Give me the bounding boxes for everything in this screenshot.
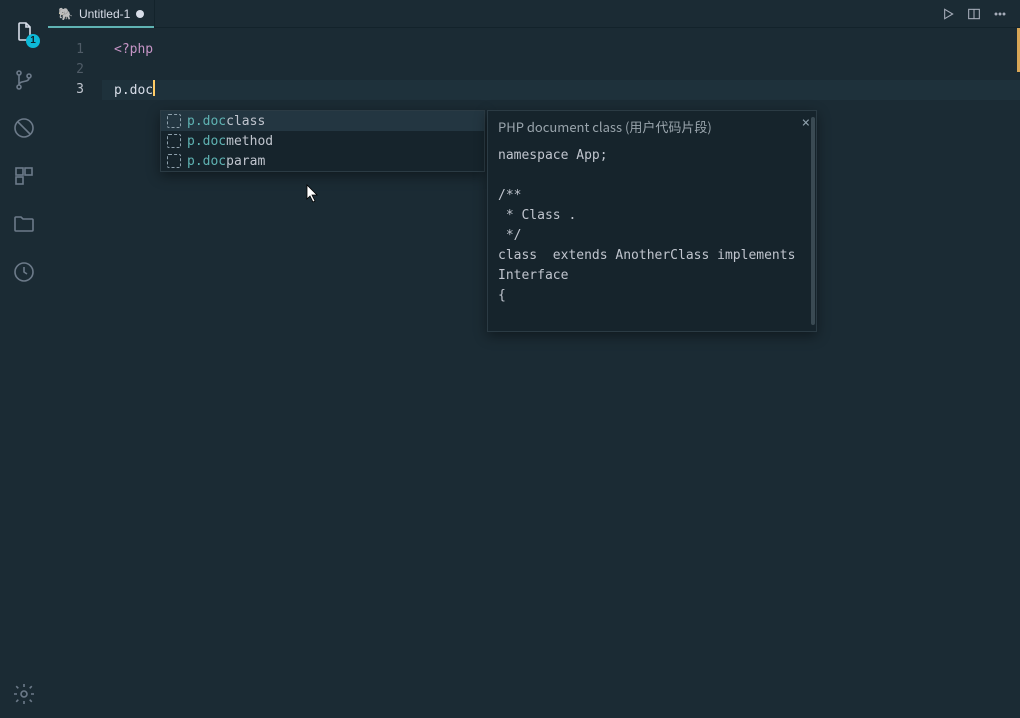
more-actions-button[interactable] bbox=[992, 6, 1008, 22]
dirty-indicator-icon bbox=[136, 10, 144, 18]
suggest-docs-body: namespace App; /** * Class . */ class ex… bbox=[498, 146, 806, 306]
activity-folder[interactable] bbox=[0, 200, 48, 248]
activity-timeline[interactable] bbox=[0, 248, 48, 296]
activity-explorer[interactable]: 1 bbox=[0, 8, 48, 56]
activity-debug[interactable] bbox=[0, 104, 48, 152]
line-number: 3 bbox=[48, 80, 102, 100]
bug-slash-icon bbox=[12, 116, 36, 140]
code-token-php-open: <?php bbox=[114, 42, 153, 57]
text-cursor bbox=[153, 80, 155, 96]
close-docs-button[interactable]: × bbox=[802, 115, 810, 131]
activity-settings[interactable] bbox=[0, 670, 48, 718]
suggest-docs-panel: × PHP document class (用户代码片段) namespace … bbox=[487, 110, 817, 332]
tabs-bar: 🐘 Untitled-1 bbox=[48, 0, 1020, 28]
tab-untitled-1[interactable]: 🐘 Untitled-1 bbox=[48, 0, 155, 27]
activity-extensions[interactable] bbox=[0, 152, 48, 200]
split-panel-icon bbox=[966, 6, 982, 22]
extensions-icon bbox=[12, 164, 36, 188]
run-button[interactable] bbox=[940, 6, 956, 22]
suggest-docs-title: PHP document class (用户代码片段) bbox=[498, 117, 806, 136]
editor-header-actions bbox=[940, 0, 1020, 27]
activity-bar: 1 bbox=[0, 0, 48, 718]
snippet-icon bbox=[167, 114, 181, 128]
docs-scrollbar[interactable] bbox=[811, 117, 815, 325]
gear-icon bbox=[12, 682, 36, 706]
play-icon bbox=[940, 6, 956, 22]
split-editor-button[interactable] bbox=[966, 6, 982, 22]
tab-label: Untitled-1 bbox=[79, 7, 130, 21]
explorer-badge: 1 bbox=[26, 34, 40, 48]
line-number-gutter: 1 2 3 bbox=[48, 28, 102, 718]
folder-icon bbox=[12, 212, 36, 236]
clock-circle-icon bbox=[12, 260, 36, 284]
suggest-label: p.docparam bbox=[187, 154, 265, 169]
ellipsis-icon bbox=[992, 6, 1008, 22]
activity-scm[interactable] bbox=[0, 56, 48, 104]
branch-icon bbox=[12, 68, 36, 92]
snippet-icon bbox=[167, 134, 181, 148]
line-number: 2 bbox=[48, 60, 102, 80]
php-file-icon: 🐘 bbox=[58, 7, 73, 21]
snippet-icon bbox=[167, 154, 181, 168]
suggest-item-class[interactable]: p.docclass bbox=[161, 111, 484, 131]
suggest-label: p.docmethod bbox=[187, 134, 273, 149]
suggest-label: p.docclass bbox=[187, 114, 265, 129]
code-text: p.doc bbox=[114, 83, 153, 98]
suggest-widget[interactable]: p.docclass p.docmethod p.docparam bbox=[160, 110, 485, 172]
suggest-item-param[interactable]: p.docparam bbox=[161, 151, 484, 171]
suggest-item-method[interactable]: p.docmethod bbox=[161, 131, 484, 151]
line-number: 1 bbox=[48, 40, 102, 60]
